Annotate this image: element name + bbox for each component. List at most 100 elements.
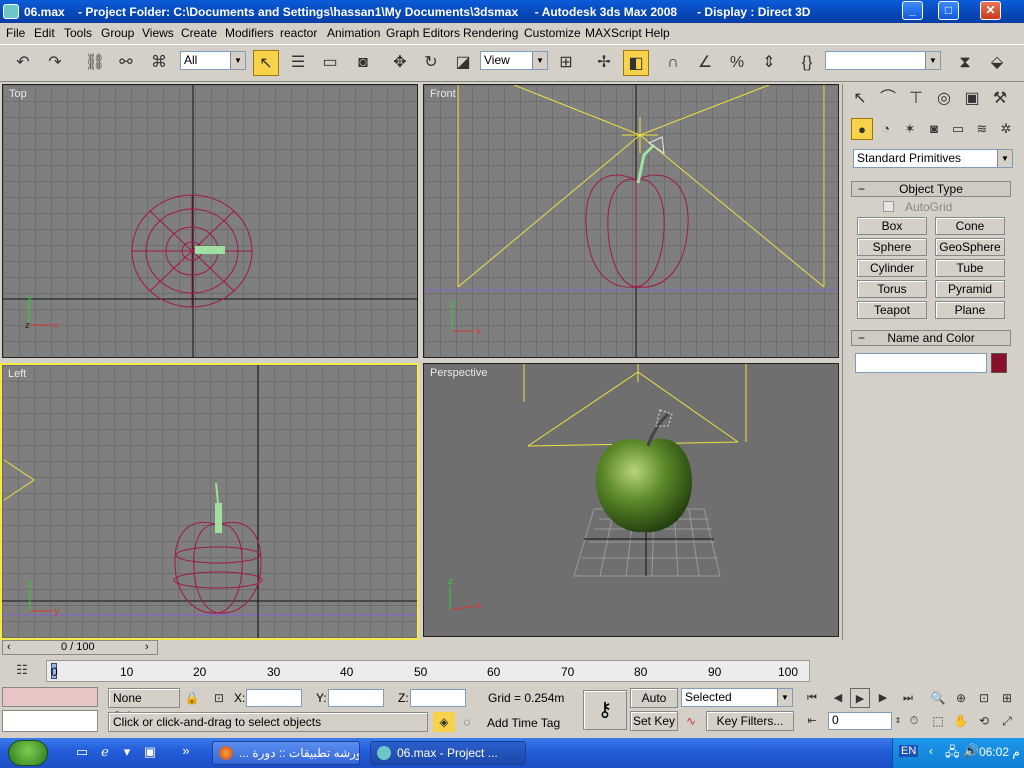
tray-expand-icon[interactable]: ‹ xyxy=(929,744,933,758)
menu-rendering[interactable]: Rendering xyxy=(463,26,518,40)
maximize-button[interactable]: □ xyxy=(938,1,959,20)
menu-views[interactable]: Views xyxy=(142,26,174,40)
go-to-end-icon[interactable]: ⏭ xyxy=(898,688,918,708)
zoom-extents-icon[interactable]: ⊡ xyxy=(974,688,994,708)
pivot-center-icon[interactable]: ⊞ xyxy=(553,50,579,76)
motion-tab-icon[interactable]: ◎ xyxy=(931,86,957,112)
menu-animation[interactable]: Animation xyxy=(327,26,380,40)
media-player-icon[interactable]: ▾ xyxy=(117,740,137,764)
reference-coordinate-dropdown[interactable]: View ▼ xyxy=(480,51,548,70)
next-frame-icon[interactable]: ▶ xyxy=(873,688,893,708)
app-launcher-icon[interactable]: ▣ xyxy=(140,740,160,764)
menu-edit[interactable]: Edit xyxy=(34,26,55,40)
viewport-perspective[interactable]: Perspective z x xyxy=(423,363,839,637)
time-slider-next-icon[interactable]: › xyxy=(145,641,149,653)
select-and-link-icon[interactable]: ⛓ xyxy=(82,50,108,76)
angle-snap-icon[interactable]: ∠ xyxy=(692,50,718,76)
volume-icon[interactable]: 🔊 xyxy=(963,743,979,759)
trackbar[interactable]: 0 10 20 30 40 50 60 70 80 90 100 xyxy=(46,660,810,682)
zoom-extents-all-icon[interactable]: ⊞ xyxy=(997,688,1017,708)
edit-named-selection-icon[interactable]: {} xyxy=(794,50,820,76)
time-configuration-icon[interactable]: ⏱ xyxy=(904,711,924,731)
zoom-icon[interactable]: 🔍 xyxy=(928,688,948,708)
select-and-rotate-icon[interactable]: ↻ xyxy=(418,50,444,76)
select-and-scale-icon[interactable]: ◪ xyxy=(450,50,476,76)
select-by-name-icon[interactable]: ☰ xyxy=(285,50,311,76)
x-coordinate-input[interactable] xyxy=(246,689,302,707)
unlink-selection-icon[interactable]: ⚯ xyxy=(113,50,139,76)
cameras-icon[interactable]: ◙ xyxy=(923,118,945,140)
space-warps-icon[interactable]: ≋ xyxy=(971,118,993,140)
teapot-button[interactable]: Teapot xyxy=(857,301,927,319)
sphere-button[interactable]: Sphere xyxy=(857,238,927,256)
torus-button[interactable]: Torus xyxy=(857,280,927,298)
maxscript-listener-white[interactable] xyxy=(2,710,98,732)
selection-filter-dropdown[interactable]: All ▼ xyxy=(180,51,246,70)
clock[interactable]: 06:02 م xyxy=(979,745,1020,759)
key-tangent-icon[interactable]: ∿ xyxy=(681,711,701,731)
percent-snap-icon[interactable]: % xyxy=(724,50,750,76)
language-indicator[interactable]: EN xyxy=(899,745,919,757)
name-color-rollout-header[interactable]: − Name and Color xyxy=(851,330,1011,346)
cone-button[interactable]: Cone xyxy=(935,217,1005,235)
region-zoom-icon[interactable]: ⬚ xyxy=(928,711,948,731)
set-key-mode-key-icon[interactable]: ⚷ xyxy=(583,690,627,730)
lock-icon[interactable]: 🔒 xyxy=(183,688,201,708)
app-icon[interactable] xyxy=(3,4,19,19)
y-coordinate-input[interactable] xyxy=(328,689,384,707)
start-button[interactable] xyxy=(8,740,48,766)
geosphere-button[interactable]: GeoSphere xyxy=(935,238,1005,256)
auto-key-button[interactable]: Auto Key xyxy=(630,688,678,723)
isolate-icon[interactable]: ◌ xyxy=(458,712,476,732)
viewport-front[interactable]: Front x z xyxy=(423,84,839,358)
geometry-icon[interactable]: ● xyxy=(851,118,873,140)
taskbar-item-3dsmax[interactable]: 06.max - Project ... xyxy=(370,741,526,765)
absolute-mode-icon[interactable]: ⊡ xyxy=(208,688,230,708)
keyboard-shortcut-override-icon[interactable]: ◧ xyxy=(623,50,649,76)
plane-button[interactable]: Plane xyxy=(935,301,1005,319)
primitive-category-dropdown[interactable]: Standard Primitives ▼ xyxy=(853,149,1013,168)
undo-icon[interactable]: ↶ xyxy=(10,50,36,76)
snaps-toggle-icon[interactable]: ∩ xyxy=(660,50,686,76)
close-button[interactable]: ✕ xyxy=(980,1,1001,20)
pan-icon[interactable]: ✋ xyxy=(951,711,971,731)
show-desktop-icon[interactable]: ▭ xyxy=(72,740,92,764)
object-color-swatch[interactable] xyxy=(991,353,1007,373)
maximize-viewport-icon[interactable]: ⤢ xyxy=(997,711,1017,731)
key-filters-button[interactable]: Key Filters... xyxy=(706,711,794,731)
current-frame-input[interactable]: 0 xyxy=(828,712,892,730)
maxscript-listener-pink[interactable] xyxy=(2,687,98,707)
menu-reactor[interactable]: reactor xyxy=(280,26,317,40)
lights-icon[interactable]: ✶ xyxy=(899,118,921,140)
menu-customize[interactable]: Customize xyxy=(524,26,581,40)
mirror-icon[interactable]: ⧗ xyxy=(952,50,978,76)
rectangular-selection-icon[interactable]: ▭ xyxy=(317,50,343,76)
time-slider[interactable]: ‹ 0 / 100 › xyxy=(2,640,158,655)
window-crossing-icon[interactable]: ◙ xyxy=(350,50,376,76)
hierarchy-tab-icon[interactable]: ⊤ xyxy=(903,86,929,112)
object-name-input[interactable] xyxy=(855,353,987,373)
align-icon[interactable]: ⬙ xyxy=(984,50,1010,76)
selection-lock-icon[interactable]: ◈ xyxy=(433,712,455,732)
menu-file[interactable]: File xyxy=(6,26,25,40)
viewport-left[interactable]: Left z y xyxy=(0,363,419,640)
spinner-snap-icon[interactable]: ⇕ xyxy=(756,50,782,76)
named-selection-dropdown[interactable]: ▼ xyxy=(825,51,941,70)
set-key-button[interactable]: Set Key xyxy=(630,711,678,731)
modify-tab-icon[interactable]: ⌒ xyxy=(875,86,901,112)
network-icon[interactable]: 🖧 xyxy=(945,743,960,765)
go-to-start-icon[interactable]: ⏮ xyxy=(802,688,822,708)
key-mode-toggle-icon[interactable]: ⇤ xyxy=(802,711,822,731)
previous-frame-icon[interactable]: ◀ xyxy=(828,688,848,708)
select-and-move-icon[interactable]: ✥ xyxy=(387,50,413,76)
add-time-tag[interactable]: Add Time Tag xyxy=(487,716,560,730)
bind-to-space-warp-icon[interactable]: ⌘ xyxy=(146,50,172,76)
autogrid-checkbox[interactable] xyxy=(883,201,894,212)
object-type-rollout-header[interactable]: − Object Type xyxy=(851,181,1011,197)
menu-help[interactable]: Help xyxy=(645,26,670,40)
curve-editor-icon[interactable]: ☷ xyxy=(10,660,34,680)
pyramid-button[interactable]: Pyramid xyxy=(935,280,1005,298)
key-mode-dropdown[interactable]: Selected ▼ xyxy=(681,688,793,707)
display-tab-icon[interactable]: ▣ xyxy=(959,86,985,112)
viewport-top[interactable]: Top x z y xyxy=(2,84,418,358)
